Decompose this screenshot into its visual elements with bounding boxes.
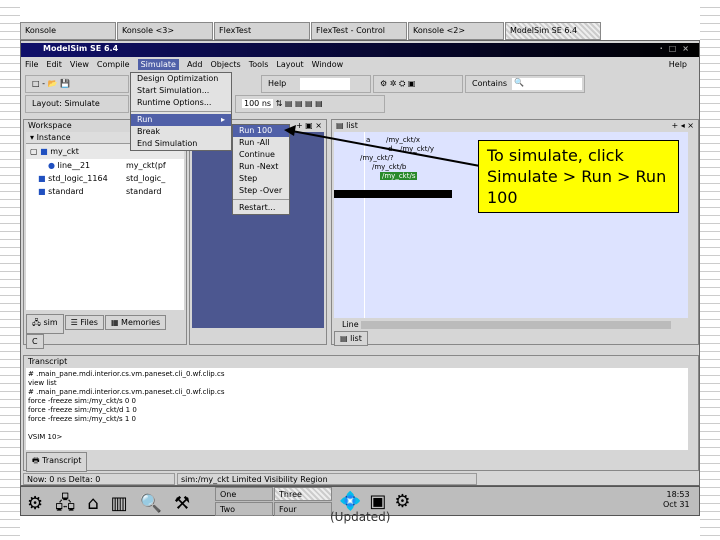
instruction-callout: To simulate, click Simulate > Run > Run … (478, 140, 679, 213)
callout-text: To simulate, click Simulate > Run > Run … (487, 146, 667, 207)
callout-arrow (284, 125, 481, 167)
